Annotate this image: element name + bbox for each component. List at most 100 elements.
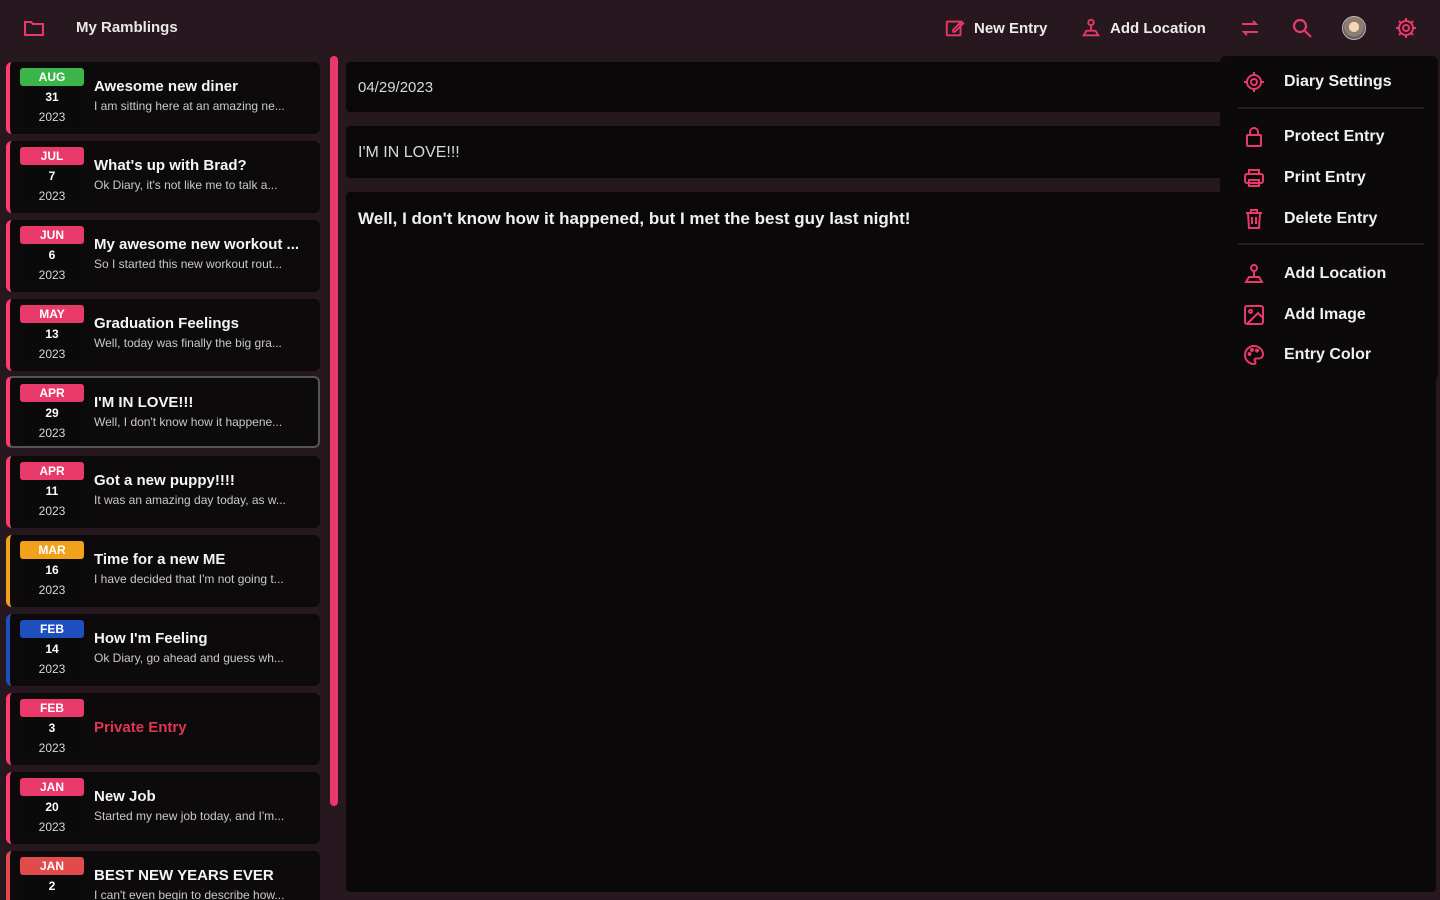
entry-preview: I have decided that I'm not going t... [94,572,284,586]
date-badge: MAR 16 2023 [20,541,84,601]
entry-preview: Started my new job today, and I'm... [94,809,285,823]
date-badge: AUG 31 2023 [20,68,84,128]
entry-title: How I'm Feeling [94,630,208,647]
menu-divider [1238,107,1424,109]
entry-item-private[interactable]: FEB 3 2023 Private Entry [6,693,320,765]
entry-item[interactable]: FEB 14 2023 How I'm Feeling Ok Diary, go… [6,614,320,686]
entry-list: AUG 31 2023 Awesome new diner I am sitti… [0,56,344,900]
month-label: MAY [20,305,84,323]
day-label: 3 [48,721,56,735]
entry-title: Got a new puppy!!!! [94,472,235,489]
day-label: 2 [48,879,56,893]
year-label: 2023 [38,426,66,440]
menu-item-entry-color[interactable]: Entry Color [1220,337,1438,371]
top-bar: My Ramblings New Entry Add Location [0,0,1440,56]
month-label: APR [20,462,84,480]
month-label: JAN [20,778,84,796]
lock-icon [1246,127,1262,147]
day-label: 11 [45,484,59,498]
entry-preview: Ok Diary, go ahead and guess wh... [94,651,284,665]
entry-preview: I am sitting here at an amazing ne... [94,99,285,113]
entry-item[interactable]: APR 11 2023 Got a new puppy!!!! It was a… [6,456,320,528]
menu-item-delete-entry[interactable]: Delete Entry [1220,201,1438,235]
entry-title: New Job [94,788,156,805]
new-entry-button[interactable]: New Entry [944,14,1047,42]
month-label: MAR [20,541,84,559]
entry-item[interactable]: JAN 2 2023 BEST NEW YEARS EVER I can't e… [6,851,320,900]
add-location-button[interactable]: Add Location [1080,14,1206,42]
date-badge: JUL 7 2023 [20,147,84,207]
entry-item[interactable]: MAR 16 2023 Time for a new ME I have dec… [6,535,320,607]
entry-item[interactable]: AUG 31 2023 Awesome new diner I am sitti… [6,62,320,134]
date-badge: FEB 3 2023 [20,699,84,759]
app-title: My Ramblings [76,19,178,36]
image-icon [1244,305,1264,325]
trash-icon [1246,209,1262,229]
entry-title: I'M IN LOVE!!! [94,394,194,411]
entry-title: What's up with Brad? [94,157,247,174]
day-label: 7 [48,169,56,183]
menu-item-print-entry[interactable]: Print Entry [1220,160,1438,194]
folder-icon[interactable] [22,16,46,40]
date-badge: APR 11 2023 [20,462,84,522]
menu-label: Diary Settings [1284,73,1392,90]
menu-label: Add Image [1284,306,1366,323]
year-label: 2023 [38,662,66,676]
day-label: 13 [45,327,59,341]
year-label: 2023 [38,504,66,518]
day-label: 14 [45,642,59,656]
avatar[interactable] [1342,16,1366,40]
year-label: 2023 [38,820,66,834]
month-label: JUL [20,147,84,165]
entry-item[interactable]: MAY 13 2023 Graduation Feelings Well, to… [6,299,320,371]
entry-title: BEST NEW YEARS EVER [94,867,274,884]
date-badge: FEB 14 2023 [20,620,84,680]
printer-icon [1244,169,1264,187]
year-label: 2023 [38,268,66,282]
add-location-label: Add Location [1110,19,1206,37]
palette-icon [1244,344,1265,366]
entry-title: Time for a new ME [94,551,226,568]
entry-preview: It was an amazing day today, as w... [94,493,286,507]
menu-item-diary-settings[interactable]: Diary Settings [1220,64,1438,98]
date-badge: APR 29 2023 [20,384,84,444]
year-label: 2023 [38,110,66,124]
entry-title: Awesome new diner [94,78,238,95]
body-text: Well, I don't know how it happened, but … [358,209,911,228]
location-pin-icon [1244,264,1264,283]
day-label: 16 [45,563,59,577]
search-icon[interactable] [1290,16,1314,40]
menu-label: Protect Entry [1284,128,1385,145]
entry-preview: Well, today was finally the big gra... [94,336,282,350]
day-label: 29 [45,406,59,420]
title-value: I'M IN LOVE!!! [358,144,460,161]
entry-item[interactable]: JUL 7 2023 What's up with Brad? Ok Diary… [6,141,320,213]
edit-icon [945,20,965,37]
menu-item-add-image[interactable]: Add Image [1220,297,1438,331]
entry-item[interactable]: JAN 20 2023 New Job Started my new job t… [6,772,320,844]
gear-icon [1244,72,1264,92]
sidebar-scrollbar[interactable] [330,56,338,806]
sort-arrows-icon[interactable] [1238,16,1262,40]
entry-preview: I can't even begin to describe how... [94,888,285,900]
menu-item-add-location[interactable]: Add Location [1220,256,1438,290]
gear-icon[interactable] [1394,16,1418,40]
entry-preview: Ok Diary, it's not like me to talk a... [94,178,278,192]
entry-item-selected[interactable]: APR 29 2023 I'M IN LOVE!!! Well, I don't… [6,376,320,448]
location-pin-icon [1082,18,1100,37]
entry-item[interactable]: JUN 6 2023 My awesome new workout ... So… [6,220,320,292]
month-label: FEB [20,620,84,638]
date-badge: JAN 2 2023 [20,857,84,900]
entry-title: My awesome new workout ... [94,236,300,253]
month-label: AUG [20,68,84,86]
entry-preview: Well, I don't know how it happene... [94,415,283,429]
new-entry-label: New Entry [974,19,1048,37]
menu-item-protect-entry[interactable]: Protect Entry [1220,119,1438,153]
private-entry-label: Private Entry [94,719,187,736]
date-badge: JAN 20 2023 [20,778,84,838]
year-label: 2023 [38,583,66,597]
entry-title: Graduation Feelings [94,315,240,332]
year-label: 2023 [38,741,66,755]
year-label: 2023 [38,189,66,203]
settings-menu: Diary Settings Protect Entry Print Entry… [1220,56,1438,380]
